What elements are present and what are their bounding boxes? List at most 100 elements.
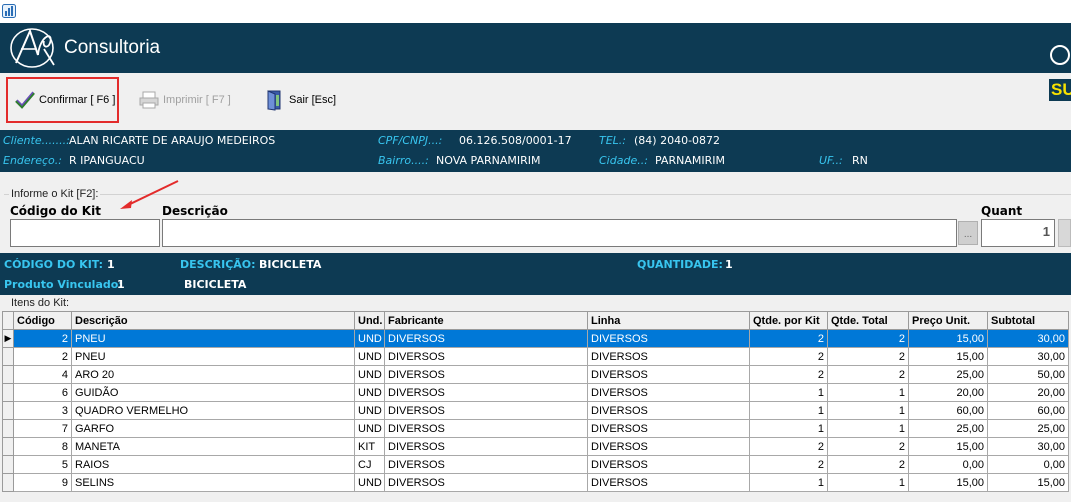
cell-qtde-kit[interactable]: 2 [749,365,828,384]
cell-fabricante[interactable]: DIVERSOS [384,347,588,366]
cell-fabricante[interactable]: DIVERSOS [384,473,588,492]
print-button[interactable]: Imprimir [ F7 ] [138,77,231,123]
cell-descricao[interactable]: PNEU [71,329,355,348]
cell-codigo[interactable]: 7 [13,419,72,438]
col-header-preco-unit[interactable]: Preço Unit. [908,311,988,330]
cell-preco-unit[interactable]: 15,00 [908,329,988,348]
cell-und[interactable]: UND [354,383,385,402]
cell-subtotal[interactable]: 15,00 [987,473,1069,492]
cell-qtde-kit[interactable]: 1 [749,383,828,402]
cell-linha[interactable]: DIVERSOS [587,329,750,348]
cell-preco-unit[interactable]: 25,00 [908,365,988,384]
cell-preco-unit[interactable]: 15,00 [908,437,988,456]
row-indicator[interactable] [2,365,14,384]
cell-subtotal[interactable]: 30,00 [987,437,1069,456]
cell-subtotal[interactable]: 60,00 [987,401,1069,420]
cell-fabricante[interactable]: DIVERSOS [384,437,588,456]
descricao-input[interactable] [162,219,957,247]
confirm-button[interactable]: Confirmar [ F6 ] [6,77,119,123]
cell-codigo[interactable]: 2 [13,347,72,366]
col-header-descricao[interactable]: Descrição [71,311,355,330]
table-row[interactable]: 7 GARFO UND DIVERSOS DIVERSOS 1 1 25,00 25,00 [2,419,1069,438]
cell-preco-unit[interactable]: 25,00 [908,419,988,438]
cell-codigo[interactable]: 8 [13,437,72,456]
cell-fabricante[interactable]: DIVERSOS [384,455,588,474]
cell-fabricante[interactable]: DIVERSOS [384,329,588,348]
cell-subtotal[interactable]: 30,00 [987,329,1069,348]
cell-und[interactable]: UND [354,473,385,492]
browse-button[interactable]: ... [958,221,978,245]
cell-descricao[interactable]: MANETA [71,437,355,456]
cell-fabricante[interactable]: DIVERSOS [384,383,588,402]
row-indicator[interactable] [2,401,14,420]
cell-codigo[interactable]: 4 [13,365,72,384]
cell-und[interactable]: UND [354,365,385,384]
exit-button[interactable]: Sair [Esc] [264,77,336,123]
row-indicator[interactable] [2,383,14,402]
cell-subtotal[interactable]: 30,00 [987,347,1069,366]
cell-descricao[interactable]: RAIOS [71,455,355,474]
table-row[interactable]: ▶ 2 PNEU UND DIVERSOS DIVERSOS 2 2 15,00 30,00 [2,329,1069,348]
cell-linha[interactable]: DIVERSOS [587,419,750,438]
row-indicator[interactable] [2,437,14,456]
cell-qtde-total[interactable]: 1 [827,383,909,402]
cell-qtde-kit[interactable]: 1 [749,401,828,420]
cell-qtde-total[interactable]: 2 [827,347,909,366]
cell-descricao[interactable]: GARFO [71,419,355,438]
cell-preco-unit[interactable]: 0,00 [908,455,988,474]
cell-fabricante[interactable]: DIVERSOS [384,419,588,438]
col-header-fabricante[interactable]: Fabricante [384,311,588,330]
cell-qtde-kit[interactable]: 2 [749,329,828,348]
table-row[interactable]: 5 RAIOS CJ DIVERSOS DIVERSOS 2 2 0,00 0,00 [2,455,1069,474]
cell-qtde-kit[interactable]: 2 [749,437,828,456]
table-row[interactable]: 2 PNEU UND DIVERSOS DIVERSOS 2 2 15,00 30,00 [2,347,1069,366]
cell-qtde-total[interactable]: 1 [827,473,909,492]
row-indicator[interactable]: ▶ [2,329,14,348]
cell-qtde-total[interactable]: 1 [827,401,909,420]
col-header-linha[interactable]: Linha [587,311,750,330]
cell-preco-unit[interactable]: 60,00 [908,401,988,420]
codigo-kit-input[interactable] [10,219,160,247]
cell-qtde-total[interactable]: 2 [827,329,909,348]
table-row[interactable]: 6 GUIDÃO UND DIVERSOS DIVERSOS 1 1 20,00 20,00 [2,383,1069,402]
cell-und[interactable]: CJ [354,455,385,474]
cell-und[interactable]: UND [354,329,385,348]
cell-qtde-total[interactable]: 2 [827,365,909,384]
cell-descricao[interactable]: QUADRO VERMELHO [71,401,355,420]
cell-qtde-kit[interactable]: 2 [749,347,828,366]
cell-subtotal[interactable]: 25,00 [987,419,1069,438]
cell-fabricante[interactable]: DIVERSOS [384,365,588,384]
row-indicator[interactable] [2,419,14,438]
row-indicator[interactable] [2,473,14,492]
cell-preco-unit[interactable]: 20,00 [908,383,988,402]
cell-preco-unit[interactable]: 15,00 [908,347,988,366]
cell-linha[interactable]: DIVERSOS [587,473,750,492]
cell-und[interactable]: UND [354,419,385,438]
cell-linha[interactable]: DIVERSOS [587,365,750,384]
cell-qtde-total[interactable]: 2 [827,455,909,474]
col-header-subtotal[interactable]: Subtotal [987,311,1069,330]
cell-und[interactable]: UND [354,401,385,420]
quant-input[interactable]: 1 [981,219,1055,247]
cell-codigo[interactable]: 3 [13,401,72,420]
row-indicator[interactable] [2,347,14,366]
quant-side-button[interactable] [1058,219,1071,247]
col-header-codigo[interactable]: Código [13,311,72,330]
cell-linha[interactable]: DIVERSOS [587,455,750,474]
cell-codigo[interactable]: 6 [13,383,72,402]
cell-qtde-kit[interactable]: 1 [749,473,828,492]
table-row[interactable]: 8 MANETA KIT DIVERSOS DIVERSOS 2 2 15,00 30,00 [2,437,1069,456]
cell-und[interactable]: KIT [354,437,385,456]
cell-descricao[interactable]: ARO 20 [71,365,355,384]
cell-subtotal[interactable]: 0,00 [987,455,1069,474]
cell-fabricante[interactable]: DIVERSOS [384,401,588,420]
col-header-und[interactable]: Und. [354,311,385,330]
cell-qtde-total[interactable]: 1 [827,419,909,438]
cell-codigo[interactable]: 9 [13,473,72,492]
cell-subtotal[interactable]: 20,00 [987,383,1069,402]
cell-linha[interactable]: DIVERSOS [587,383,750,402]
table-row[interactable]: 4 ARO 20 UND DIVERSOS DIVERSOS 2 2 25,00 50,00 [2,365,1069,384]
cell-descricao[interactable]: GUIDÃO [71,383,355,402]
cell-qtde-kit[interactable]: 1 [749,419,828,438]
cell-linha[interactable]: DIVERSOS [587,437,750,456]
